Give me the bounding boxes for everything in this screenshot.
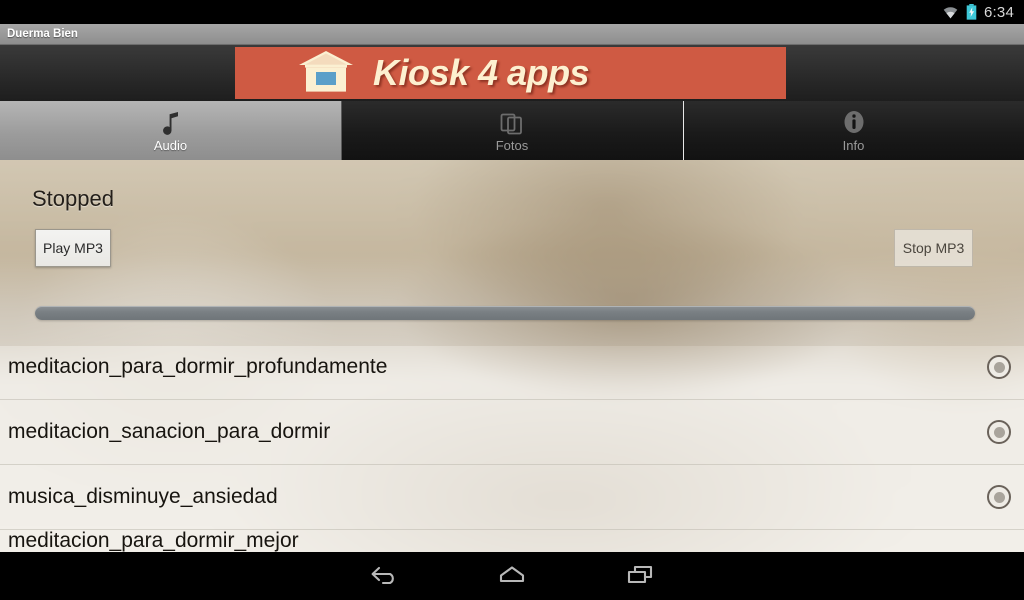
tab-bar: Audio Fotos Info (0, 101, 1024, 160)
home-icon (495, 562, 529, 591)
back-icon (367, 562, 401, 591)
ad-banner[interactable]: Kiosk 4 apps (235, 47, 786, 99)
ad-banner-area: Kiosk 4 apps (0, 45, 1024, 101)
ad-banner-text: Kiosk 4 apps (373, 52, 590, 93)
page-title: Duerma Bien (7, 28, 78, 40)
track-list-item[interactable]: meditacion_para_dormir_profundamente (0, 335, 1024, 400)
status-bar: 6:34 (0, 0, 1024, 24)
music-note-icon (161, 109, 181, 135)
android-screen: 6:34 Duerma Bien Kiosk 4 apps Audio Foto… (0, 0, 1024, 600)
track-radio-button[interactable] (987, 355, 1011, 379)
track-list[interactable]: meditacion_para_dormir_profundamente med… (0, 335, 1024, 552)
track-radio-button[interactable] (987, 485, 1011, 509)
track-name: meditacion_para_dormir_profundamente (8, 355, 388, 378)
wifi-icon (942, 5, 959, 19)
track-list-item[interactable]: meditacion_sanacion_para_dormir (0, 400, 1024, 465)
track-name: musica_disminuye_ansiedad (8, 485, 278, 508)
recents-icon (623, 562, 657, 591)
tab-divider-1 (341, 101, 342, 160)
battery-charging-icon (966, 4, 977, 20)
recents-button[interactable] (576, 552, 704, 600)
audio-seekbar[interactable] (35, 306, 975, 320)
kiosk-gazebo-icon (295, 50, 357, 97)
play-mp3-button[interactable]: Play MP3 (35, 229, 111, 267)
info-circle-icon (842, 109, 866, 135)
audio-content-panel: Stopped Play MP3 Stop MP3 meditacion_par… (0, 160, 1024, 552)
track-list-item[interactable]: meditacion_para_dormir_mejor (0, 530, 1024, 552)
tab-divider-2 (683, 101, 684, 160)
tab-info[interactable]: Info (683, 101, 1024, 160)
tab-audio[interactable]: Audio (0, 101, 341, 160)
tab-fotos[interactable]: Fotos (341, 101, 683, 160)
track-name: meditacion_sanacion_para_dormir (8, 420, 331, 443)
back-button[interactable] (320, 552, 448, 600)
stop-mp3-button[interactable]: Stop MP3 (894, 229, 973, 267)
status-bar-right: 6:34 (942, 4, 1024, 21)
app-title-bar: Duerma Bien (0, 24, 1024, 45)
home-button[interactable] (448, 552, 576, 600)
tab-fotos-label: Fotos (495, 138, 529, 153)
status-bar-clock: 6:34 (984, 3, 1014, 21)
track-name: meditacion_para_dormir_mejor (8, 530, 299, 552)
track-radio-button[interactable] (987, 420, 1011, 444)
tab-audio-label: Audio (153, 138, 188, 153)
track-list-item[interactable]: musica_disminuye_ansiedad (0, 465, 1024, 530)
gallery-photos-icon (500, 109, 524, 135)
player-status-text: Stopped (32, 186, 114, 211)
tab-info-label: Info (842, 138, 865, 153)
android-navigation-bar (0, 552, 1024, 600)
